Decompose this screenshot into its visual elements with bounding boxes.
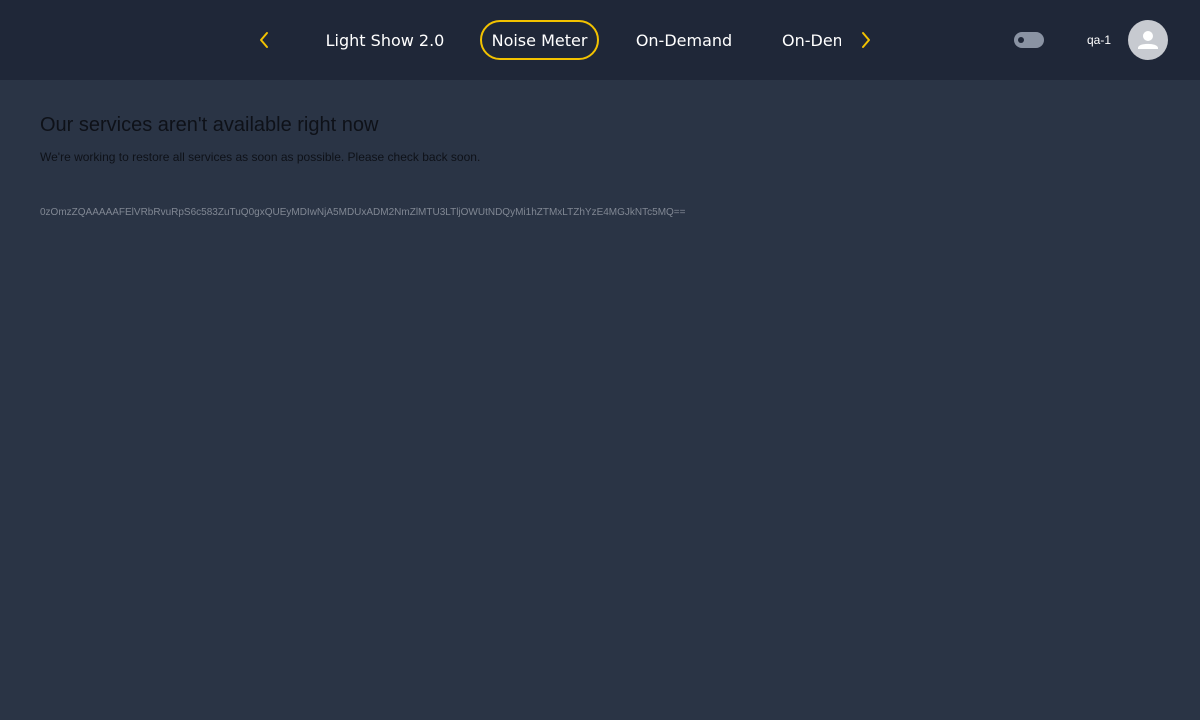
tab-light-show[interactable]: Light Show 2.0	[314, 20, 456, 60]
scroll-tabs-left-button[interactable]	[252, 28, 276, 52]
tab-noise-meter[interactable]: Noise Meter	[480, 20, 599, 60]
toggle-knob	[1018, 37, 1024, 43]
user-avatar-button[interactable]	[1128, 20, 1168, 60]
username-label: qa-1	[1087, 33, 1112, 47]
tab-label: On-Demand	[635, 30, 733, 50]
chevron-right-icon	[862, 32, 870, 48]
tab-on-demand-2[interactable]: On-Demand	[768, 20, 841, 60]
tab-strip: Light Show 2.0 Noise Meter On-Demand On-…	[296, 0, 841, 80]
top-navigation-bar: Light Show 2.0 Noise Meter On-Demand On-…	[0, 0, 1200, 80]
tab-on-demand[interactable]: On-Demand	[622, 20, 746, 60]
theme-toggle[interactable]	[1014, 32, 1044, 48]
chevron-left-icon	[260, 32, 268, 48]
tab-label: On-Demand	[782, 30, 841, 50]
error-message: We're working to restore all services as…	[40, 150, 481, 164]
scroll-tabs-right-button[interactable]	[854, 28, 878, 52]
tab-label: Noise Meter	[491, 30, 588, 50]
user-avatar-icon	[1138, 31, 1158, 49]
tab-label: Light Show 2.0	[325, 30, 445, 50]
error-title: Our services aren't available right now	[40, 114, 379, 136]
error-code: 0zOmzZQAAAAAFElVRbRvuRpS6c583ZuTuQ0gxQUE…	[40, 207, 686, 218]
